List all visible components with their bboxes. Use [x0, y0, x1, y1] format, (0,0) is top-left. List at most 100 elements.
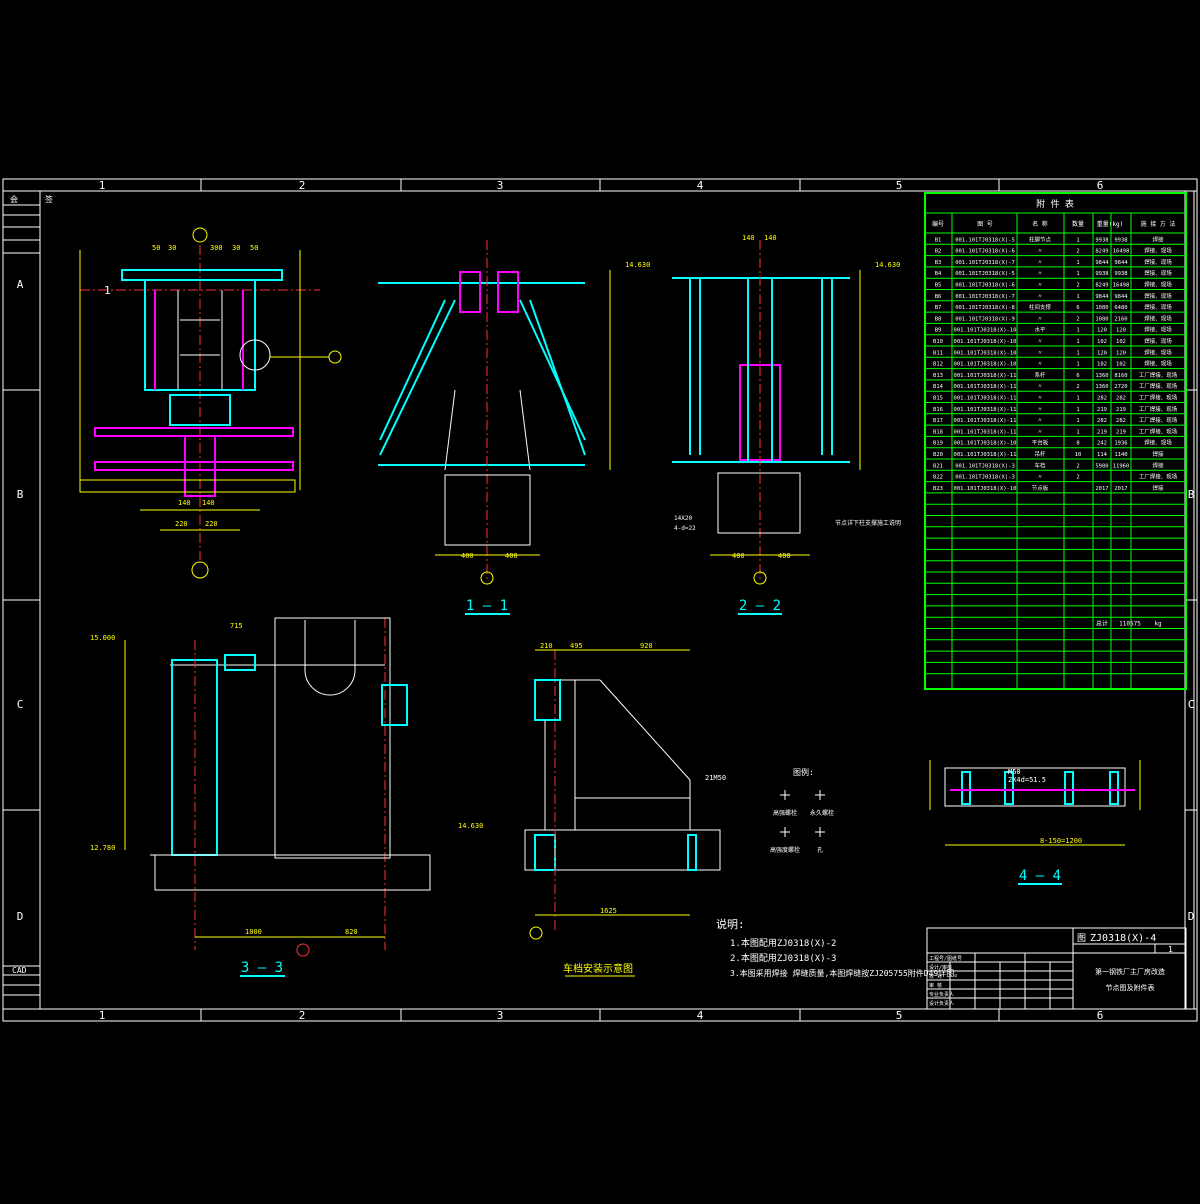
table-cell: 〃 — [1037, 350, 1043, 356]
table-cell: 16498 — [1113, 249, 1130, 255]
table-row: B5 001.101TJ0318(X)-6 〃 2 8249 16498 焊接、现场 — [935, 281, 1173, 289]
table-header: 图 号 — [977, 221, 993, 228]
table-cell: 001.101TJ0318(X)-11 — [954, 429, 1017, 435]
table-cell: 焊接、现场 — [1144, 258, 1172, 266]
table-cell: 2 — [1076, 249, 1079, 255]
dimension-label: 400 — [461, 552, 474, 560]
signature-column: 会 签 CAD — [3, 194, 53, 996]
grid-row-label: C — [1188, 698, 1195, 711]
grid-col-label: 3 — [497, 1009, 504, 1022]
table-cell: 9938 — [1095, 271, 1108, 277]
title-block: 图 ZJ0318(X)-4 1 第一钢铁厂主厂房改造 节点图及附件表 工程号/图… — [926, 927, 1187, 1010]
table-cell: B20 — [933, 452, 943, 458]
table-cell: 219 — [1116, 407, 1126, 413]
table-cell: 2 — [1076, 384, 1079, 390]
section-title: 2 — 2 — [739, 598, 781, 614]
dimension-label: 140 — [202, 499, 215, 507]
table-cell: 〃 — [1037, 475, 1043, 481]
dimension-label: M50 — [1008, 768, 1021, 776]
table-cell: 焊接、现场 — [1144, 269, 1172, 277]
table-cell: 〃 — [1037, 283, 1043, 289]
drawing-title: 节点图及附件表 — [1106, 983, 1155, 992]
table-cell: 5980 — [1095, 463, 1108, 469]
table-cell: 〃 — [1037, 362, 1043, 368]
elevation-label: 14.630 — [875, 261, 900, 269]
crane-stop-view: 车档安装示意图 14.630 210 495 920 1625 21M50 — [458, 642, 726, 977]
elevation-label: 15.000 — [90, 634, 115, 642]
grid-row-label: A — [17, 278, 24, 291]
table-cell: 焊接 — [1152, 450, 1164, 458]
table-row: B9 001.101TJ0318(X)-10 水平 1 120 120 焊接、现场 — [935, 326, 1173, 334]
table-cell: 9844 — [1114, 260, 1128, 266]
table-cell: 10 — [1075, 452, 1082, 458]
table-cell: 1 — [1076, 396, 1079, 402]
table-cell: 120 — [1097, 328, 1107, 334]
table-cell: 120 — [1097, 350, 1107, 356]
table-cell: 1 — [1076, 294, 1079, 300]
table-cell: 8 — [1076, 441, 1079, 447]
table-cell: 〃 — [1037, 396, 1043, 402]
bottom-grid-band: 1 2 3 4 5 6 — [3, 1008, 1197, 1022]
table-total-value: 110575 — [1119, 621, 1141, 628]
table-cell: 柱脚节点 — [1029, 235, 1052, 243]
table-row: B23 001.101TJ0318(X)-10 节点板 2017 2017 焊接 — [933, 484, 1164, 492]
table-total-unit: kg — [1154, 621, 1162, 628]
table-cell: B9 — [935, 328, 942, 334]
table-cell: 1 — [1076, 362, 1079, 368]
table-cell: 16498 — [1113, 283, 1130, 289]
table-cell: 9938 — [1114, 237, 1127, 243]
dimension-label: 495 — [570, 642, 583, 650]
table-cell: 〃 — [1037, 294, 1043, 300]
table-cell: 1080 — [1095, 305, 1108, 311]
section-callout: 1 — [104, 284, 111, 297]
dimension-label: 21M50 — [705, 774, 726, 782]
inner-frame — [39, 190, 1195, 1010]
drawing-number-label: 图 — [1077, 933, 1086, 944]
dimension-label: 140 — [764, 234, 777, 242]
table-row: B17 001.101TJ0318(X)-11 〃 1 282 282 工厂焊接、现场 — [933, 416, 1178, 424]
cad-drawing-sheet: 1 2 3 4 5 6 1 2 3 4 5 6 A B C D B C D 会 … — [0, 0, 1200, 1200]
dimension-label: 140 — [178, 499, 191, 507]
table-cell: 102 — [1097, 362, 1107, 368]
table-cell: B10 — [933, 339, 943, 345]
table-row: B19 001.101TJ0318(X)-10 平台板 8 242 1936 焊接、现场 — [933, 439, 1172, 447]
elevation-label: 14.630 — [458, 822, 483, 830]
table-cell: 001.101TJ0318(X)-5 — [955, 237, 1015, 243]
grid-row-label: B — [17, 488, 24, 501]
table-cell: 焊接、现场 — [1144, 303, 1172, 311]
grid-col-label: 1 — [99, 179, 106, 192]
table-row: B7 001.101TJ0318(X)-8 柱间支撑 6 1080 6480 焊接、现场 — [935, 303, 1173, 311]
general-notes: 说明: 1.本图配用ZJ0318(X)-2 2.本图配用ZJ0318(X)-3 … — [716, 917, 962, 978]
grid-col-label: 6 — [1097, 1009, 1104, 1022]
dimension-label: 30 — [232, 244, 240, 252]
outer-frame — [2, 178, 1198, 1022]
table-cell: 车档 — [1034, 461, 1046, 469]
table-cell: 2 — [1076, 283, 1079, 289]
table-cell: 柱间支撑 — [1029, 303, 1052, 311]
section-4-4-view: 4 — 4 M50 2X4d=51.5 8-150=1200 — [929, 760, 1141, 885]
title-block-row-label: 专业负责人 — [929, 991, 954, 998]
table-cell: 焊接 — [1152, 461, 1164, 469]
table-cell: 001.101TJ0318(X)-11 — [954, 396, 1017, 402]
table-row: B6 001.101TJ0318(X)-7 〃 1 9844 9844 焊接、现场 — [935, 292, 1173, 300]
table-cell: 001.101TJ0318(X)-6 — [955, 283, 1015, 289]
title-block-row-label: 设计负责人 — [929, 1000, 954, 1007]
table-cell: 282 — [1116, 396, 1126, 402]
table-cell: 2 — [1076, 316, 1079, 322]
table-cell: 001.101TJ0318(X)-7 — [955, 260, 1015, 266]
dimension-label: 1625 — [600, 907, 617, 915]
table-cell: B23 — [933, 486, 943, 492]
table-cell: 001.101TJ0318(X)-9 — [955, 316, 1015, 322]
sheet-number: 1 — [1168, 945, 1173, 954]
table-cell: 001.101TJ0318(X)-11 — [954, 452, 1017, 458]
table-cell: 2160 — [1114, 316, 1127, 322]
table-cell: 工厂焊接、现场 — [1139, 405, 1178, 413]
table-cell: 工厂焊接、现场 — [1139, 371, 1178, 379]
table-cell: 水平 — [1034, 326, 1046, 334]
table-cell: 102 — [1116, 339, 1126, 345]
table-cell: 1360 — [1095, 373, 1108, 379]
table-cell: 〃 — [1037, 260, 1043, 266]
table-cell: B5 — [935, 283, 942, 289]
dimension-label: 50 — [152, 244, 160, 252]
table-cell: 焊接 — [1152, 484, 1164, 492]
